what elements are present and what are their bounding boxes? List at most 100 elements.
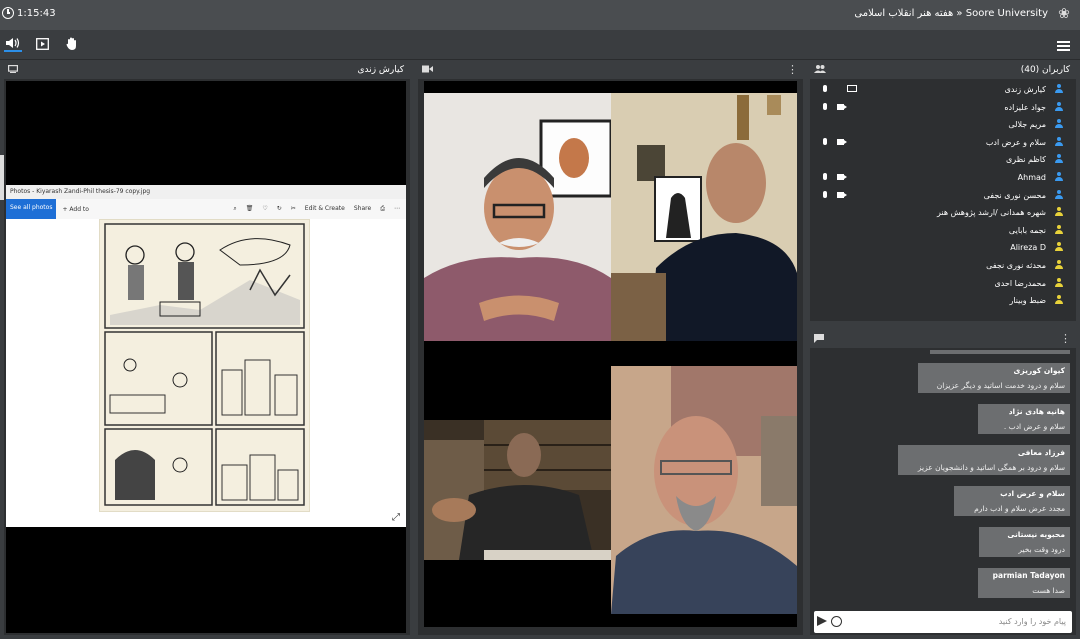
chat-message-sender: کیوان کوریزی [1013, 366, 1065, 375]
video-camera-icon [422, 65, 433, 76]
crop-icon[interactable]: ✂ [291, 205, 296, 213]
rotate-icon[interactable]: ↻ [277, 205, 282, 213]
video-tile-2 [611, 93, 797, 341]
user-name: نجمه بابایی [1008, 225, 1046, 235]
add-to-button[interactable]: + Add to [62, 206, 88, 213]
toolbar [0, 30, 1080, 60]
user-row[interactable]: Ahmad [814, 169, 1072, 187]
clock-icon [2, 7, 14, 19]
user-name: شهره همدانی /ارشد پژوهش هنر [937, 208, 1046, 218]
microphone-icon [823, 102, 827, 110]
video-options-icon[interactable]: ⋮ [787, 63, 798, 76]
speaker-icon[interactable] [4, 36, 22, 52]
university-logo-icon: ❀ [1058, 6, 1070, 22]
video-tile-1 [424, 93, 611, 341]
video-tile-3 [424, 420, 611, 560]
user-row[interactable]: کاظم نظری [814, 151, 1072, 169]
emoji-icon[interactable] [831, 616, 842, 627]
user-name: جواد علیزاده [1004, 102, 1046, 112]
user-icon [1055, 242, 1063, 252]
see-all-photos-button[interactable]: See all photos [6, 199, 57, 219]
users-panel: کاربران (40) کیارش زندی جواد علیزاده مریم … [810, 63, 1076, 321]
photos-window: Photos - Kiyarash Zandi-Phil thesis-79 c… [6, 185, 406, 527]
raise-hand-icon[interactable] [63, 36, 81, 52]
chat-message-text: صدا هست [1032, 586, 1065, 595]
heart-icon[interactable]: ♡ [262, 205, 267, 213]
chat-message-sender: فرزاد معافی [1017, 448, 1065, 457]
chat-panel: ⋮ کیوان کوریزی سلام و درود خدمت اساتید و … [810, 332, 1076, 635]
chat-header: ⋮ [810, 332, 1076, 348]
play-box-icon[interactable] [33, 36, 51, 52]
user-row[interactable]: محمدرضا احدی [814, 275, 1072, 293]
more-icon[interactable]: ⋯ [394, 205, 400, 213]
chat-message-sender: سلام و عرض ادب [1000, 489, 1065, 498]
camera-icon [837, 138, 847, 145]
user-row[interactable]: مریم جلالی [814, 116, 1072, 134]
user-row[interactable]: ضبط وبینار [814, 292, 1072, 310]
user-name: Ahmad [1017, 172, 1046, 182]
chat-message-sender: parmian Tadayon [992, 571, 1065, 580]
user-row[interactable]: نجمه بابایی [814, 222, 1072, 240]
user-icon [1055, 84, 1063, 94]
user-icon [1055, 295, 1063, 305]
chat-message-sender: هانیه هادی نژاد [1008, 407, 1065, 416]
user-icon [1055, 136, 1063, 147]
users-title: کاربران (40) [1020, 65, 1070, 75]
chat-message: کیوان کوریزی سلام و درود خدمت اساتید و دی… [918, 363, 1070, 393]
chat-message: سلام و عرض ادب مجدد عرض سلام و ادب دارم [954, 486, 1070, 516]
user-name: کیارش زندی [1004, 85, 1046, 94]
print-icon[interactable]: ⎙ [380, 205, 385, 213]
user-row[interactable]: کیارش زندی [814, 81, 1072, 99]
video-grid [424, 81, 797, 627]
chat-message-text: سلام و درود بر همگی اساتید و دانشجویان ع… [917, 463, 1065, 472]
session-timer: 1:15:43 [2, 7, 56, 19]
user-row[interactable]: شهره همدانی /ارشد پژوهش هنر [814, 204, 1072, 222]
chat-message-text: مجدد عرض سلام و ادب دارم [974, 504, 1065, 513]
zoom-icon[interactable]: ⌕ [233, 205, 236, 213]
photos-toolbar: See all photos + Add to ⌕ 🗑 ♡ ↻ ✂ Edit &… [6, 199, 406, 219]
users-list: کیارش زندی جواد علیزاده مریم جلالی سلام و ع… [814, 81, 1072, 317]
user-name: Alireza D [1010, 243, 1046, 253]
user-name: کاظم نظری [1006, 155, 1046, 165]
edit-create-button[interactable]: Edit & Create [305, 205, 345, 213]
user-icon [1055, 224, 1063, 235]
chat-messages: کیوان کوریزی سلام و درود خدمت اساتید و دی… [814, 350, 1072, 608]
user-row[interactable]: محسن نوری نجفی [814, 187, 1072, 205]
monitor-icon [8, 65, 19, 76]
meeting-title: Soore University « هفته هنر انقلاب اسلام… [854, 8, 1048, 19]
chat-message-sender: محبوبه نیستانی [1007, 530, 1065, 539]
expand-icon[interactable]: ⤢ [392, 512, 400, 523]
hamburger-icon[interactable] [1057, 41, 1070, 53]
cartoon-image [99, 219, 310, 512]
camera-icon [837, 191, 847, 198]
send-icon[interactable] [817, 616, 827, 626]
user-icon [1055, 119, 1063, 129]
user-icon [1055, 154, 1063, 164]
share-button[interactable]: Share [354, 205, 371, 213]
chat-message-text: سلام و عرض ادب . [1003, 422, 1065, 431]
camera-icon [837, 173, 847, 180]
user-icon [1055, 277, 1063, 288]
chat-input[interactable]: پیام خود را وارد کنید [814, 611, 1072, 633]
user-name: محسن نوری نجفی [983, 190, 1046, 200]
video-tile-4 [611, 366, 797, 614]
user-row[interactable]: جواد علیزاده [814, 99, 1072, 117]
camera-icon [837, 103, 847, 110]
screen-share-header: کیارش زندی [4, 63, 410, 79]
session-timer-value: 1:15:43 [17, 7, 56, 19]
delete-icon[interactable]: 🗑 [246, 205, 254, 213]
top-bar: 1:15:43 Soore University « هفته هنر انقل… [0, 0, 1080, 30]
user-name: سلام و عرض ادب [985, 137, 1046, 147]
left-scroll-handle[interactable] [0, 155, 4, 200]
user-icon [1055, 101, 1063, 112]
chat-options-icon[interactable]: ⋮ [1060, 332, 1071, 345]
user-icon [1055, 171, 1063, 182]
user-row[interactable]: Alireza D [814, 239, 1072, 257]
microphone-icon [823, 85, 827, 92]
chat-message: فرزاد معافی سلام و درود بر همگی اساتید و … [898, 445, 1070, 475]
microphone-icon [823, 137, 827, 145]
user-row[interactable]: محدثه نوری نجفی [814, 257, 1072, 275]
chat-message-partial [930, 350, 1070, 354]
screen-share-icon [847, 85, 857, 92]
user-row[interactable]: سلام و عرض ادب [814, 134, 1072, 152]
